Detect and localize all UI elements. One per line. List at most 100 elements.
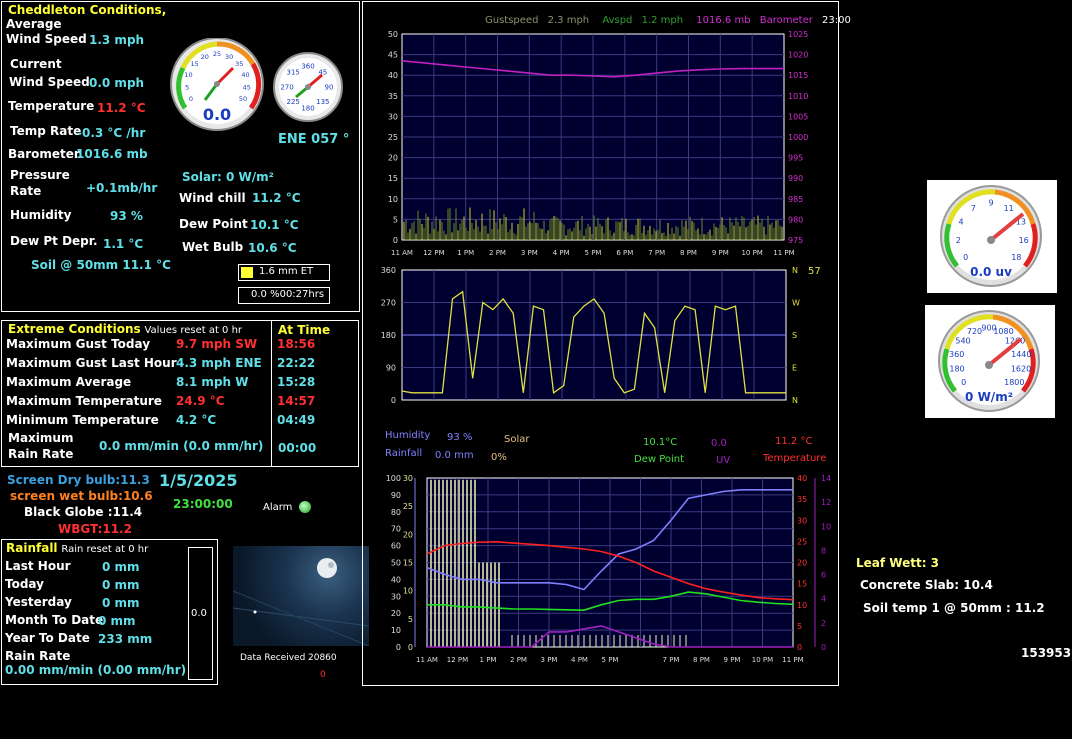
- uv-tick-label: 8: [821, 546, 826, 555]
- gauge-tick-label: 720: [967, 327, 982, 336]
- x-tick-label: 4 PM: [553, 249, 570, 257]
- humidity-value: 93 %: [110, 209, 143, 223]
- rain-row-label: Yesterday: [5, 595, 72, 609]
- humidity-tick-label: 40: [391, 575, 401, 584]
- x-tick-label: 8 PM: [680, 249, 697, 257]
- solar-header-label: Solar: [504, 434, 530, 445]
- humidity-tick-label: 30: [391, 592, 401, 601]
- temp-tick-label: 10: [797, 601, 807, 610]
- chart-time: 23:00: [822, 15, 851, 26]
- wind-dir-text: ENE 057 °: [278, 132, 350, 147]
- y-right-tick-label: 1020: [788, 51, 808, 60]
- rain-row-label: Year To Date: [5, 631, 90, 645]
- y-tick-label: 35: [388, 92, 398, 101]
- y-right-tick-label: 1015: [788, 71, 808, 80]
- rain-gauge-box: 0.0: [188, 547, 213, 680]
- gauge-tick-label: 1440: [1011, 350, 1031, 359]
- extreme-label: Maximum Temperature: [6, 394, 162, 408]
- baro-value: 1016.6 mb: [76, 147, 148, 161]
- time-text: 23:00:00: [173, 497, 233, 511]
- wetbulb-label: Wet Bulb: [182, 240, 244, 254]
- temp-tick-label: 5: [797, 622, 802, 631]
- gauge-tick-label: 315: [287, 69, 300, 77]
- gauge-tick-label: 45: [243, 83, 251, 91]
- uv-tick-label: 2: [821, 619, 826, 628]
- uv-gauge: 02479111316180.0 uv: [940, 185, 1042, 287]
- gauge-tick-label: 90: [325, 83, 334, 91]
- y-tick-label: 45: [388, 51, 398, 60]
- extreme-value: 8.1 mph W: [176, 375, 249, 389]
- baro-header-value: 1016.6 mb: [696, 15, 751, 26]
- temp-tick-label: 30: [797, 516, 807, 525]
- hrs-box: 0.0 %00:27hrs: [238, 287, 330, 304]
- wind-direction-chart: 0 90 180 270 360 N E S W N: [381, 266, 800, 405]
- et-text: 1.6 mm ET: [259, 266, 314, 277]
- rain-rate-label: Rain Rate: [5, 649, 71, 663]
- wetbulb-value: 10.6 °C: [248, 241, 297, 255]
- gauge-tick-label: 7: [971, 204, 976, 213]
- gauge-tick-label: 4: [959, 218, 964, 227]
- temp-value: 11.2 °C: [97, 101, 146, 115]
- rain-row-value: 233 mm: [98, 632, 153, 646]
- x-tick-label: 11 AM: [416, 656, 438, 664]
- x-tick-label: 11 PM: [782, 656, 803, 664]
- humidity-tick-label: 80: [391, 508, 401, 517]
- temp-tick-label: 40: [797, 474, 807, 483]
- gauge-tick-label: 11: [1004, 204, 1014, 213]
- max-rain-value: 0.0 mm/min (0.0 mm/hr): [99, 439, 264, 453]
- temp-header-value: 11.2 °C: [775, 436, 813, 447]
- humidity-tick-label: 50: [391, 559, 401, 568]
- extreme-value: 24.9 °C: [176, 394, 225, 408]
- concrete-slab: Concrete Slab: 10.4: [860, 578, 993, 592]
- uv-tick-label: 0: [821, 643, 826, 652]
- x-tick-label: 11 PM: [773, 249, 794, 257]
- rain-tick-label: 25: [403, 502, 413, 511]
- average-label: Average: [6, 17, 62, 31]
- sky-image-art: [233, 558, 369, 646]
- rain-rate-value: 0.00 mm/min (0.00 mm/hr): [5, 663, 187, 677]
- rainfall-header-label: Rainfall: [385, 448, 423, 459]
- x-tick-label: 1 PM: [457, 249, 474, 257]
- y-right-tick-label: 985: [788, 195, 803, 204]
- y-tick-label: 20: [388, 154, 398, 163]
- data-received-label: Data Received: [240, 653, 306, 663]
- y-tick-label: 5: [393, 215, 398, 224]
- rain-tick-label: 0: [408, 643, 413, 652]
- humidity-tick-label: 20: [391, 609, 401, 618]
- rain-title-text: Rainfall: [6, 541, 58, 555]
- gauge-tick-label: 15: [191, 60, 199, 68]
- gauge-tick-label: 5: [185, 83, 189, 91]
- solar-text: Solar: 0 W/m²: [182, 170, 274, 184]
- black-globe: Black Globe :11.4: [24, 505, 143, 519]
- wind-direction-gauge: 3153604590135180225270: [273, 52, 343, 122]
- wind-baro-chart: 0510152025303540455097598098599099510001…: [388, 30, 809, 257]
- rain-row-label: Month To Date: [5, 613, 104, 627]
- temp-rate-label: Temp Rate: [10, 124, 82, 138]
- y-tick-label: 25: [388, 133, 398, 142]
- press-rate-label-2: Rate: [10, 184, 42, 198]
- x-tick-label: 9 PM: [724, 656, 741, 664]
- gauge-tick-label: 180: [949, 365, 964, 374]
- uv-tick-label: 6: [821, 571, 826, 580]
- temp-label: Temperature: [8, 99, 95, 113]
- y-tick-label: 30: [388, 112, 398, 121]
- temp-humidity-chart: 0102030405060708090100051015202530051015…: [386, 474, 831, 664]
- wind-speed-gauge: 05 10 1520 25 3035 40 45 50 0.0: [170, 38, 264, 131]
- x-tick-label: 3 PM: [541, 656, 558, 664]
- soil-temp-1: Soil temp 1 @ 50mm : 11.2: [863, 601, 1045, 615]
- gauge-tick-label: 30: [225, 53, 233, 61]
- uv-tick-label: 12: [821, 498, 831, 507]
- et-box: 1.6 mm ET: [238, 264, 330, 281]
- gauge-tick-label: 18: [1011, 253, 1021, 262]
- y-right-tick-label: 1005: [788, 112, 808, 121]
- baro-header-label: Barometer: [759, 15, 813, 26]
- gauge-tick-label: 360: [301, 62, 314, 70]
- gust-label: Gustspeed: [485, 15, 539, 26]
- gauge-tick-label: 0: [189, 95, 193, 103]
- alarm-indicator[interactable]: [299, 501, 311, 513]
- gauge-tick-label: 40: [241, 71, 249, 79]
- x-tick-label: 9 PM: [712, 249, 729, 257]
- extreme-value: 4.3 mph ENE: [176, 356, 262, 370]
- record-counter: 1539536: [1021, 646, 1072, 660]
- uv-header-value: 0.0: [711, 438, 727, 449]
